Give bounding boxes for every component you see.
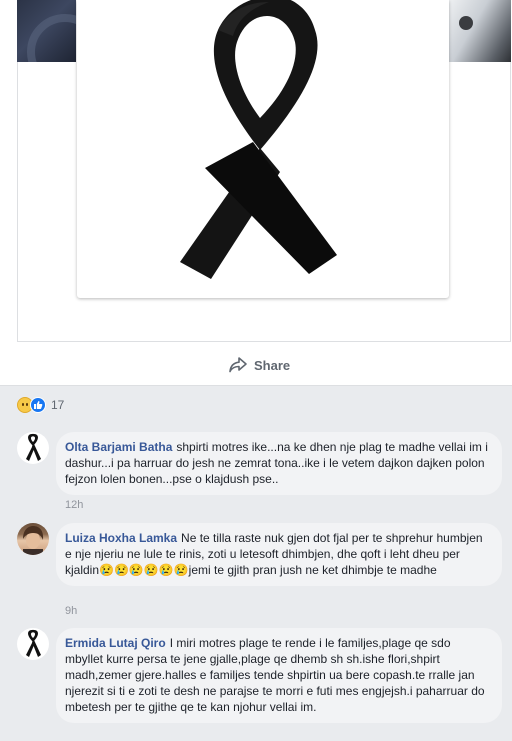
share-label: Share (254, 357, 291, 373)
black-ribbon-icon (26, 629, 41, 657)
share-button[interactable]: Share (228, 354, 290, 376)
comment-timestamp[interactable]: 9h (65, 605, 77, 617)
share-arrow-icon (229, 357, 247, 373)
comment-author-link[interactable]: Luiza Hoxha Lamka (65, 531, 177, 545)
like-icon (30, 397, 46, 413)
avatar[interactable] (17, 523, 49, 555)
comment-bubble: Luiza Hoxha Lamka Ne te tilla raste nuk g… (56, 523, 502, 586)
page-bottom-edge (0, 737, 512, 741)
reaction-count: 17 (51, 398, 65, 412)
black-ribbon-icon (180, 0, 337, 279)
comment-bubble: Olta Barjami Batha shpirti motres ike...n… (56, 432, 502, 495)
user-photo (23, 526, 44, 555)
post-card: Share (0, 0, 512, 386)
reaction-summary[interactable]: 17 (17, 396, 64, 414)
avatar[interactable] (17, 628, 49, 660)
comment-timestamp[interactable]: 12h (65, 499, 83, 511)
black-ribbon-icon (26, 433, 41, 461)
comment-item: Olta Barjami Batha shpirti motres ike...n… (17, 432, 512, 516)
comment-item: Luiza Hoxha Lamka Ne te tilla raste nuk g… (17, 523, 512, 619)
comment-item: Ermida Lutaj Qiro I miri motres plage te … (17, 628, 512, 738)
shared-photo-thumbnail-left[interactable] (17, 0, 76, 62)
mourning-ribbon-image[interactable] (77, 0, 449, 298)
comment-author-link[interactable]: Olta Barjami Batha (65, 440, 172, 454)
shared-photo-thumbnail-right[interactable] (449, 0, 511, 62)
comment-author-link[interactable]: Ermida Lutaj Qiro (65, 636, 166, 650)
comment-bubble: Ermida Lutaj Qiro I miri motres plage te … (56, 628, 502, 723)
avatar[interactable] (17, 432, 49, 464)
